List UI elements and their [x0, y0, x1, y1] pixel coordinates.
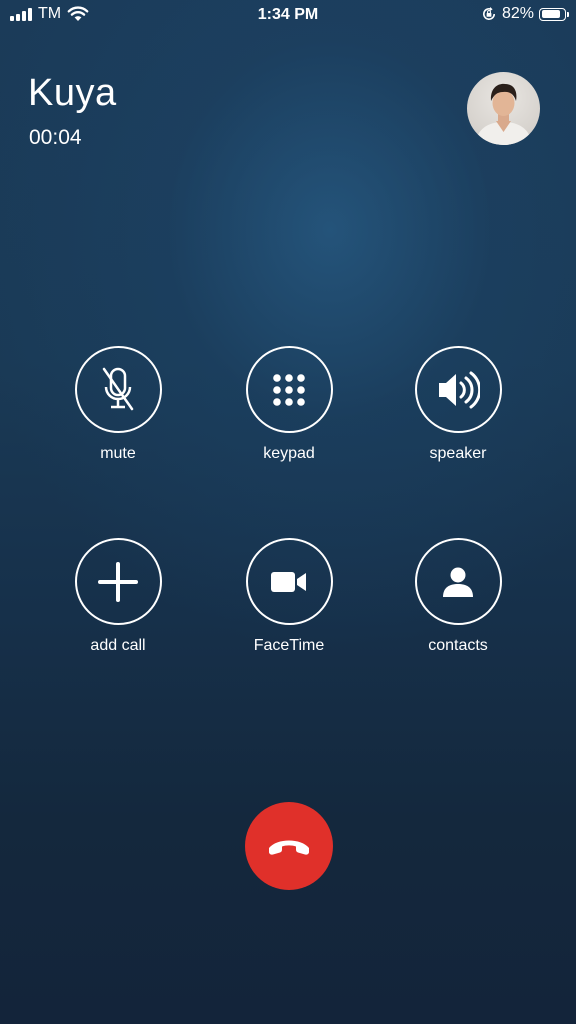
mute-label: mute	[100, 445, 136, 462]
mute-button[interactable]	[74, 346, 162, 433]
caller-name: Kuya	[28, 72, 117, 114]
speaker-button[interactable]	[414, 346, 502, 433]
battery-percent: 82%	[501, 5, 534, 22]
add-call-control[interactable]: add call	[58, 538, 178, 655]
rotation-lock-icon	[482, 7, 495, 20]
hang-up-icon	[269, 840, 309, 855]
contacts-control[interactable]: contacts	[398, 538, 518, 655]
avatar-portrait	[475, 83, 532, 145]
end-call-button[interactable]	[245, 802, 333, 890]
microphone-off-icon	[102, 367, 134, 410]
contact-avatar[interactable]	[467, 72, 540, 145]
speaker-control[interactable]: speaker	[398, 346, 518, 463]
add-call-button[interactable]	[74, 538, 162, 625]
status-right: 82%	[481, 5, 569, 23]
battery-icon	[539, 7, 569, 21]
video-camera-icon	[271, 571, 306, 592]
facetime-label: FaceTime	[253, 637, 325, 654]
status-bar: TM 1:34 PM 82%	[0, 0, 576, 30]
contacts-label: contacts	[428, 637, 488, 654]
call-timer: 00:04	[29, 126, 82, 149]
keypad-button[interactable]	[245, 346, 333, 433]
keypad-control[interactable]: keypad	[229, 346, 349, 463]
add-call-label: add call	[90, 637, 146, 654]
speaker-label: speaker	[429, 445, 487, 462]
facetime-control[interactable]: FaceTime	[229, 538, 349, 655]
keypad-label: keypad	[263, 445, 315, 462]
plus-icon	[98, 561, 138, 602]
mute-control[interactable]: mute	[58, 346, 178, 463]
speaker-icon	[439, 371, 480, 408]
person-icon	[443, 567, 473, 597]
keypad-icon	[273, 373, 305, 406]
contacts-button[interactable]	[414, 538, 502, 625]
facetime-button[interactable]	[245, 538, 333, 625]
